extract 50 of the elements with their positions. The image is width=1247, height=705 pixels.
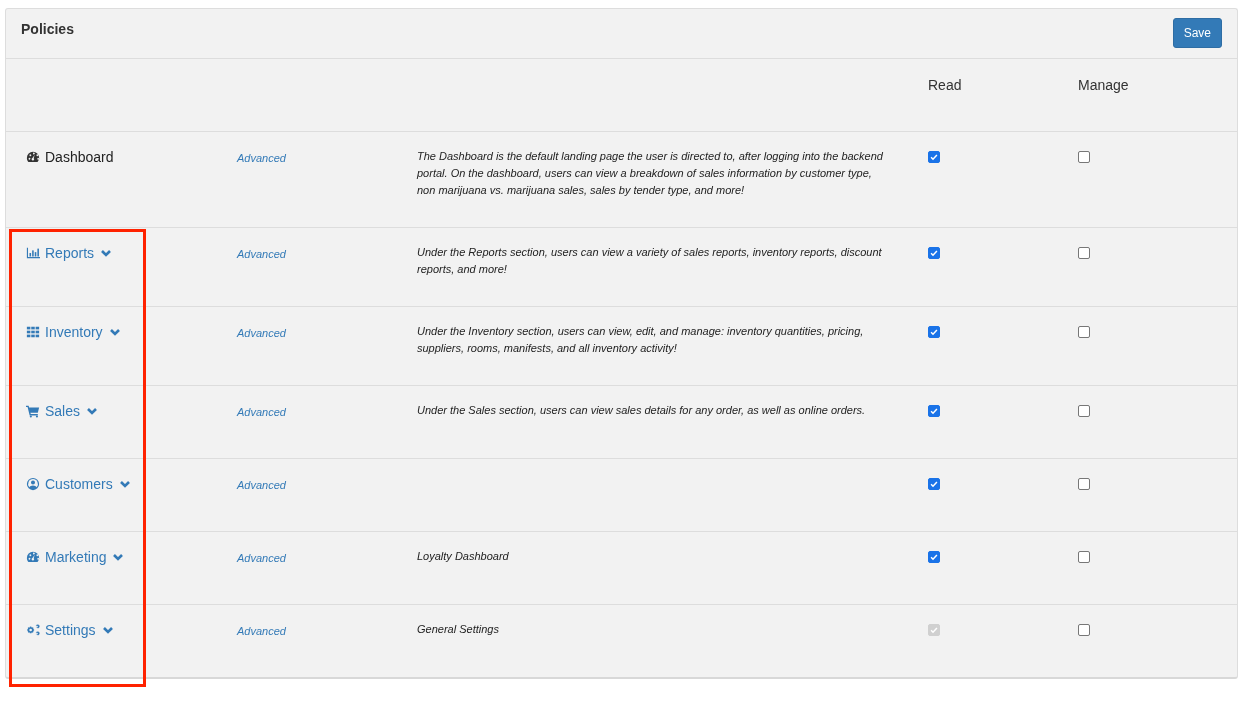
advanced-link[interactable]: Advanced [237, 152, 286, 164]
section-toggle[interactable]: Sales [26, 403, 99, 419]
section-description: Under the Reports section, users can view a variety of sales reports, inventory reports, discount reports, and more! [417, 245, 883, 277]
section-toggle[interactable]: Reports [26, 245, 113, 261]
checkbox[interactable] [1078, 478, 1090, 490]
checkbox[interactable] [1078, 326, 1090, 338]
section-toggle[interactable]: Settings [26, 622, 114, 638]
gauge-icon [26, 550, 40, 564]
checkbox[interactable] [928, 551, 940, 563]
section-description: Under the Sales section, users can view sales details for any order, as well as online orders. [417, 403, 867, 418]
advanced-link[interactable]: Advanced [237, 406, 286, 418]
chevron-down-icon [118, 478, 131, 490]
advanced-link[interactable]: Advanced [237, 248, 286, 260]
chevron-down-icon [86, 405, 99, 417]
chevron-down-icon [112, 551, 125, 563]
checkbox[interactable] [928, 326, 940, 338]
section-description: Loyalty Dashboard [417, 549, 510, 564]
section-description: General Settings [417, 622, 500, 637]
section-toggle[interactable]: Marketing [26, 549, 125, 565]
cart-icon [26, 404, 40, 418]
checkbox[interactable] [1078, 551, 1090, 563]
bar-chart-icon [26, 246, 40, 260]
checkbox[interactable] [928, 478, 940, 490]
chevron-down-icon [100, 247, 113, 259]
column-header: Read [928, 77, 962, 93]
advanced-link[interactable]: Advanced [237, 327, 286, 339]
advanced-link[interactable]: Advanced [237, 625, 286, 637]
grid-icon [26, 325, 40, 339]
gauge-icon [26, 150, 40, 164]
column-header: Manage [1078, 77, 1129, 93]
section-toggle[interactable]: Inventory [26, 324, 121, 340]
section-toggle[interactable]: Customers [26, 476, 131, 492]
chevron-down-icon [108, 326, 121, 338]
section-description: Under the Inventory section, users can view, edit, and manage: inventory quantities, pricing, suppliers, rooms, manifests, and all inventory activity! [417, 324, 865, 356]
advanced-link[interactable]: Advanced [237, 479, 286, 491]
checkbox[interactable] [1078, 624, 1090, 636]
user-icon [26, 477, 40, 491]
checkbox[interactable] [1078, 405, 1090, 417]
gears-icon [26, 623, 40, 637]
checkbox[interactable] [928, 247, 940, 259]
panel-title: Policies [21, 21, 74, 37]
save-button[interactable]: Save [1172, 18, 1222, 48]
section-name: Dashboard [26, 149, 114, 165]
checkbox[interactable] [928, 151, 940, 163]
chevron-down-icon [101, 624, 114, 636]
checkbox[interactable] [1078, 247, 1090, 259]
advanced-link[interactable]: Advanced [237, 552, 286, 564]
section-description: The Dashboard is the default landing page the user is directed to, after logging into the backend portal. On the dashboard, users can view a breakdown of sales information by customer type, non marijuana vs. marijuana sales, sales by tender type, and more! [417, 149, 884, 198]
checkbox[interactable] [928, 405, 940, 417]
checkbox[interactable] [1078, 151, 1090, 163]
